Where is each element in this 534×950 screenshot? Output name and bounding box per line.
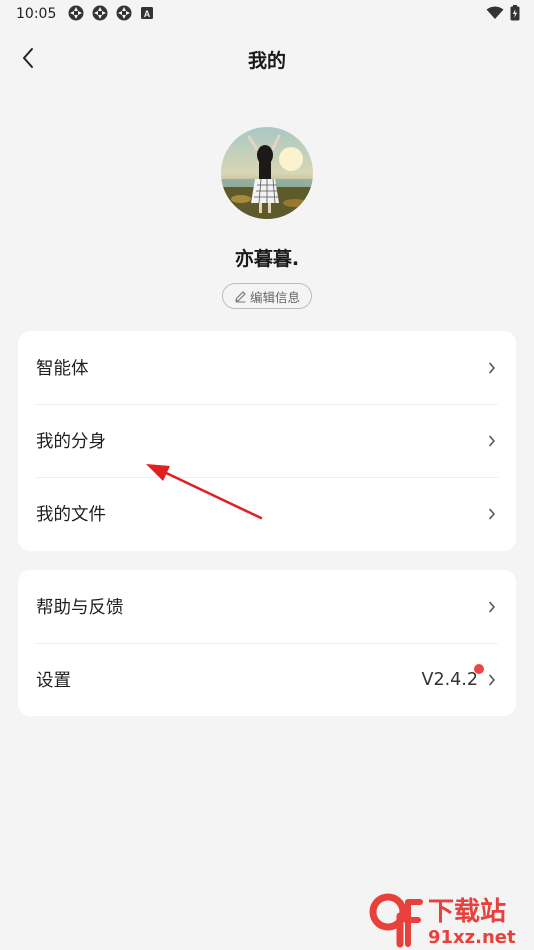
menu-card-secondary: 帮助与反馈 设置 V2.4.2 xyxy=(18,570,516,716)
avatar[interactable] xyxy=(221,127,313,219)
avatar-image xyxy=(221,127,313,219)
update-badge xyxy=(474,663,484,674)
menu-item-my-avatars[interactable]: 我的分身 xyxy=(18,404,516,477)
version-text: V2.4.2 xyxy=(421,669,479,690)
svg-text:A: A xyxy=(144,9,151,19)
notification-icons: A xyxy=(68,5,154,21)
chevron-right-icon xyxy=(486,673,498,687)
chevron-right-icon xyxy=(486,361,498,375)
watermark-text-bottom: 91xz.net xyxy=(428,927,516,948)
edit-profile-label: 编辑信息 xyxy=(249,289,300,305)
watermark-text-top: 下载站 xyxy=(428,897,506,927)
app-notification-icon xyxy=(68,5,84,21)
watermark-9f-icon xyxy=(369,893,423,948)
menu-item-help-feedback[interactable]: 帮助与反馈 xyxy=(18,570,516,643)
menu-item-agents[interactable]: 智能体 xyxy=(18,331,516,404)
menu-item-label: 帮助与反馈 xyxy=(36,598,124,618)
chevron-right-icon xyxy=(486,434,498,448)
menu-item-settings[interactable]: 设置 V2.4.2 xyxy=(18,643,516,716)
header: 我的 xyxy=(0,36,534,80)
chevron-right-icon xyxy=(486,600,498,614)
watermark-logo: 下载站 91xz.net xyxy=(369,893,516,948)
menu-item-label: 我的文件 xyxy=(36,505,106,525)
version-value: V2.4.2 xyxy=(421,663,484,690)
menu-item-label: 智能体 xyxy=(36,359,89,379)
keyboard-a-icon: A xyxy=(141,7,153,19)
status-time: 10:05 xyxy=(16,6,57,22)
wifi-icon xyxy=(486,6,504,19)
menu-item-label: 设置 xyxy=(36,671,71,691)
system-icons xyxy=(486,5,520,21)
page-title: 我的 xyxy=(247,50,286,72)
battery-charging-icon xyxy=(510,5,520,21)
menu-item-label: 我的分身 xyxy=(36,432,106,452)
pencil-icon xyxy=(235,290,246,302)
menu-item-my-files[interactable]: 我的文件 xyxy=(18,477,516,550)
username: 亦暮暮. xyxy=(234,248,300,270)
app-notification-icon xyxy=(92,5,108,21)
chevron-right-icon xyxy=(486,507,498,521)
edit-profile-button[interactable]: 编辑信息 xyxy=(222,283,312,309)
menu-card-primary: 智能体 我的分身 我的文件 xyxy=(18,331,516,551)
status-bar: 10:05 A xyxy=(0,0,534,28)
app-notification-icon xyxy=(116,5,132,21)
svg-text:91xz.net: 91xz.net xyxy=(428,927,516,948)
svg-text:下载站: 下载站 xyxy=(428,897,506,927)
